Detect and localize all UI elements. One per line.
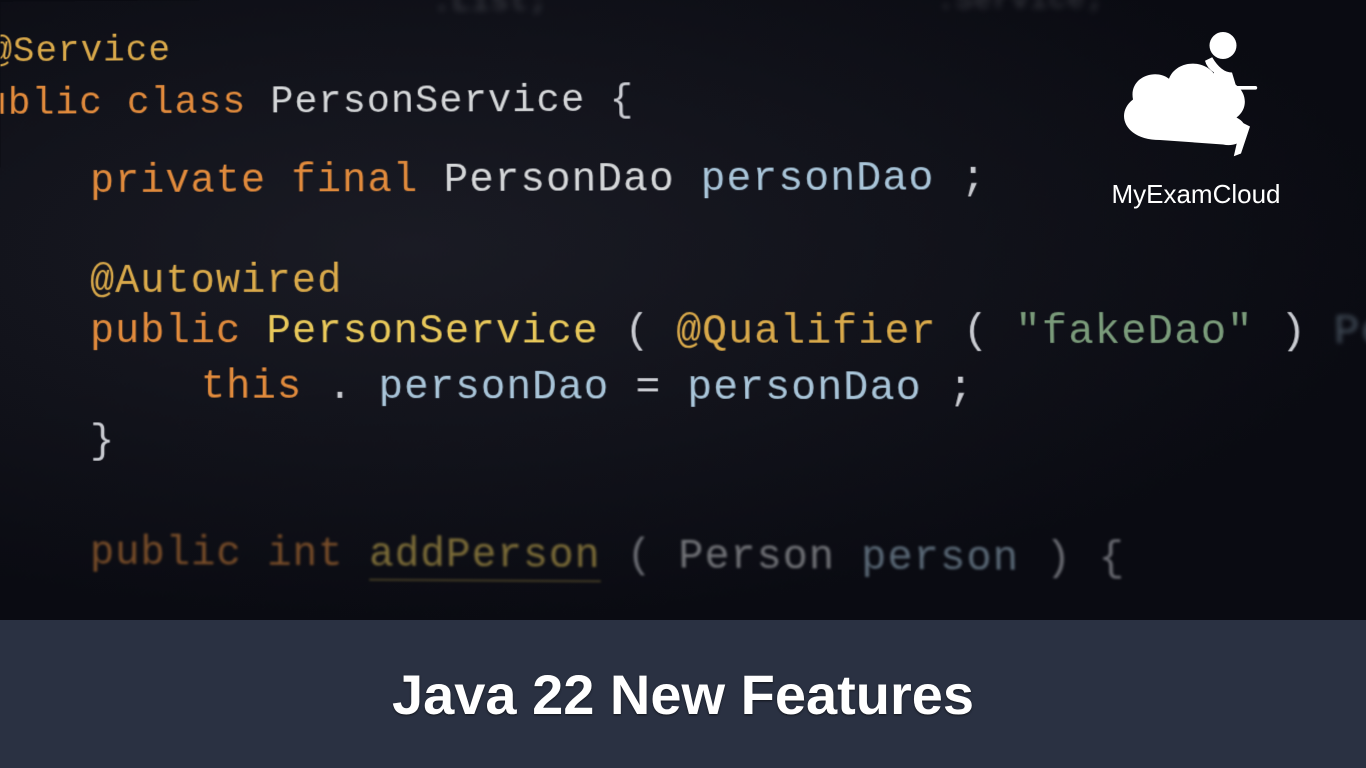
keyword-private: private xyxy=(90,159,266,205)
annotation-qualifier: @Qualifier xyxy=(676,310,937,356)
code-line-assignment: this . personDao = personDao ; xyxy=(201,365,975,412)
code-text: .Service; xyxy=(937,0,1105,18)
annotation-autowired: @Autowired xyxy=(90,260,343,305)
code-line-annotation-autowired: @Autowired xyxy=(90,260,343,305)
string-fakedao: "fakeDao" xyxy=(1015,310,1254,356)
equals: = xyxy=(635,366,661,412)
paren-open: ( xyxy=(624,310,650,356)
code-line-constructor: public PersonService ( @Qualifier ( "fak… xyxy=(90,310,1366,357)
paren-open: ( xyxy=(963,310,990,356)
type-person: Person xyxy=(678,535,835,582)
identifier-persondao: personDao xyxy=(379,366,610,412)
paren-close: ) xyxy=(1045,537,1072,584)
paren-close: ) xyxy=(1280,310,1308,357)
cloud-person-icon xyxy=(1106,20,1286,170)
code-line-addperson: public int addPerson ( Person person ) { xyxy=(90,531,1126,584)
brace-open: { xyxy=(1098,537,1125,584)
annotation-service: @Service xyxy=(0,30,171,72)
brand-name: MyExamCloud xyxy=(1066,179,1326,210)
type-personservice: PersonService xyxy=(270,80,585,125)
keyword-public: public xyxy=(90,531,242,578)
main-title: Java 22 New Features xyxy=(392,662,974,727)
promo-image: .List; .Service; @Service public class P… xyxy=(0,0,1366,768)
code-line-annotation-service: @Service xyxy=(0,30,171,72)
brace-open: { xyxy=(610,79,635,122)
code-line-field: private final PersonDao personDao ; xyxy=(90,157,987,205)
keyword-public: public xyxy=(90,310,241,355)
brace-close: } xyxy=(90,420,115,465)
keyword-final: final xyxy=(291,159,418,205)
type-persondao: PersonDao xyxy=(444,158,675,204)
code-text: .List; xyxy=(432,0,548,20)
method-addperson: addPerson xyxy=(369,533,601,582)
code-fragment-top2: .Service; xyxy=(937,0,1105,18)
blurred-params: PersonDao personDao xyxy=(1334,310,1366,357)
keyword-int: int xyxy=(267,532,344,578)
paren-open: ( xyxy=(626,534,652,580)
constructor-name: PersonService xyxy=(267,310,599,356)
code-fragment-top1: .List; xyxy=(432,0,548,20)
identifier-person: person xyxy=(861,536,1020,583)
title-banner: Java 22 New Features xyxy=(0,620,1366,768)
keyword-this: this xyxy=(201,365,302,411)
identifier-persondao: personDao xyxy=(700,157,935,204)
identifier-persondao: personDao xyxy=(687,366,922,413)
dot: . xyxy=(328,365,354,411)
keyword-public: public xyxy=(0,82,103,125)
brand-logo: MyExamCloud xyxy=(1066,20,1326,210)
code-line-class-decl: public class PersonService { xyxy=(0,79,634,126)
code-line-close-brace: } xyxy=(90,420,115,465)
semicolon: ; xyxy=(960,157,987,203)
keyword-class: class xyxy=(127,82,247,126)
semicolon: ; xyxy=(948,366,975,412)
